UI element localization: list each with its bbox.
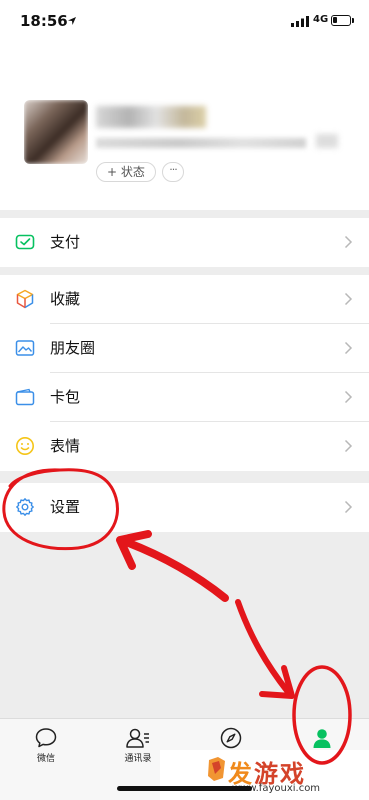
profile-header[interactable]: + 状态 ··· (0, 44, 369, 210)
chevron-right-icon (344, 235, 353, 249)
add-status-button[interactable]: + 状态 (96, 162, 156, 182)
blurred-nickname (96, 106, 206, 128)
menu-label-stickers: 表情 (50, 437, 81, 455)
stickers-icon (16, 437, 34, 455)
arrow-to-settings (122, 538, 229, 602)
location-arrow-icon (68, 17, 76, 25)
menu-label-settings: 设置 (50, 498, 81, 516)
watermark: 发游戏 www.fayouxi.com (160, 750, 369, 800)
home-indicator (117, 786, 252, 791)
status-label: + 状态 (107, 165, 145, 179)
menu-label-cards: 卡包 (50, 388, 81, 406)
tab-discover[interactable] (201, 727, 261, 749)
battery-icon (331, 15, 351, 26)
status-time: 18:56 (20, 12, 68, 30)
network-type: 4G (313, 14, 329, 25)
tab-chats[interactable]: 微信 (16, 727, 76, 764)
chevron-right-icon (344, 341, 353, 355)
blurred-wechat-id (96, 138, 306, 148)
more-status-button[interactable]: ··· (162, 162, 184, 182)
menu-group-pay: 支付 (0, 218, 369, 267)
menu-label-moments: 朋友圈 (50, 339, 96, 357)
arrow-to-me-tab (235, 599, 291, 695)
blurred-qr-area (316, 134, 338, 148)
menu-group-main: 收藏 朋友圈 卡包 表情 (0, 275, 369, 471)
favorites-icon (16, 289, 34, 309)
avatar[interactable] (24, 100, 88, 164)
chevron-right-icon (344, 500, 353, 514)
chat-bubble-icon (35, 728, 57, 748)
arrow-to-me-tab-head (259, 665, 295, 699)
tab-label-contacts: 通讯录 (124, 754, 152, 764)
arrow-to-settings-head (116, 530, 152, 570)
fayouxi-logo-icon (208, 757, 225, 781)
menu-item-favorites[interactable]: 收藏 (0, 275, 369, 324)
chevron-right-icon (344, 292, 353, 306)
me-person-icon (313, 729, 331, 748)
menu-item-stickers[interactable]: 表情 (0, 422, 369, 471)
menu-label-favorites: 收藏 (50, 290, 81, 308)
menu-label-pay: 支付 (50, 233, 81, 251)
tab-me[interactable] (292, 727, 352, 749)
menu-item-cards[interactable]: 卡包 (0, 373, 369, 422)
chevron-right-icon (344, 390, 353, 404)
moments-icon (15, 340, 35, 356)
settings-gear-icon (16, 498, 34, 516)
menu-item-moments[interactable]: 朋友圈 (0, 324, 369, 373)
status-bar: 18:56 4G (0, 0, 369, 44)
menu-group-settings: 设置 (0, 483, 369, 532)
tab-label-chats: 微信 (36, 754, 55, 764)
signal-icon (291, 16, 309, 27)
menu-item-pay[interactable]: 支付 (0, 218, 369, 267)
discover-compass-icon (220, 727, 242, 749)
menu-item-settings[interactable]: 设置 (0, 483, 369, 532)
pay-icon (15, 234, 35, 250)
contacts-icon (126, 728, 149, 748)
tab-contacts[interactable]: 通讯录 (108, 727, 168, 764)
chevron-right-icon (344, 439, 353, 453)
cards-icon (15, 388, 35, 406)
